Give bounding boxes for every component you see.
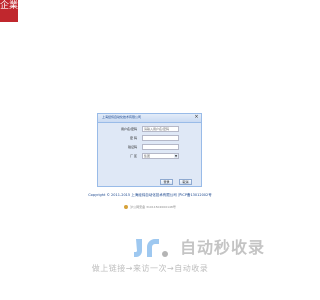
plant-row: 厂 区 集团 ▼: [98, 153, 201, 161]
beian-record[interactable]: 沪公网安备 31011502000148号: [0, 204, 300, 210]
username-label: 用户名/密码: [120, 127, 137, 131]
password-input[interactable]: [142, 135, 179, 141]
beian-text: 沪公网安备 31011502000148号: [130, 205, 176, 209]
password-row: 密 码: [98, 135, 201, 143]
plant-select[interactable]: 集团 ▼: [142, 153, 179, 159]
watermark-logo: [134, 239, 168, 257]
password-label: 密 码: [130, 136, 137, 140]
username-input[interactable]: 请输入用户名/密码: [142, 126, 179, 132]
plant-label: 厂 区: [130, 154, 137, 158]
username-row: 用户名/密码 请输入用户名/密码: [98, 126, 201, 134]
police-badge-icon: [124, 205, 129, 209]
captcha-label: 验证码: [127, 145, 137, 149]
watermark-tagline: 做上链接→来访一次→自动收录: [91, 264, 209, 273]
dialog-title: 上海经纬自动化技术有限公司: [102, 115, 142, 119]
logo-j-shape: [134, 239, 142, 257]
login-button[interactable]: 登录: [160, 179, 173, 185]
logo-r-shape: [147, 239, 159, 257]
captcha-input[interactable]: [142, 144, 179, 150]
login-dialog: 上海经纬自动化技术有限公司 × 用户名/密码 请输入用户名/密码 密 码 验证码…: [97, 113, 202, 187]
dialog-header: 上海经纬自动化技术有限公司 ×: [98, 114, 201, 123]
logo-dot-shape: [162, 251, 168, 257]
chevron-down-icon[interactable]: ▼: [174, 154, 178, 158]
corner-logo: 企業: [0, 0, 18, 22]
cancel-button[interactable]: 取消: [179, 179, 192, 185]
copyright-text: Copyright © 2011-2015 上海经纬自动化技术有限公司 沪ICP…: [88, 193, 212, 197]
close-icon[interactable]: ×: [194, 115, 199, 120]
plant-select-value: 集团: [144, 154, 151, 158]
captcha-row: 验证码: [98, 144, 201, 152]
watermark-brand: 自动秒收录: [180, 238, 266, 257]
